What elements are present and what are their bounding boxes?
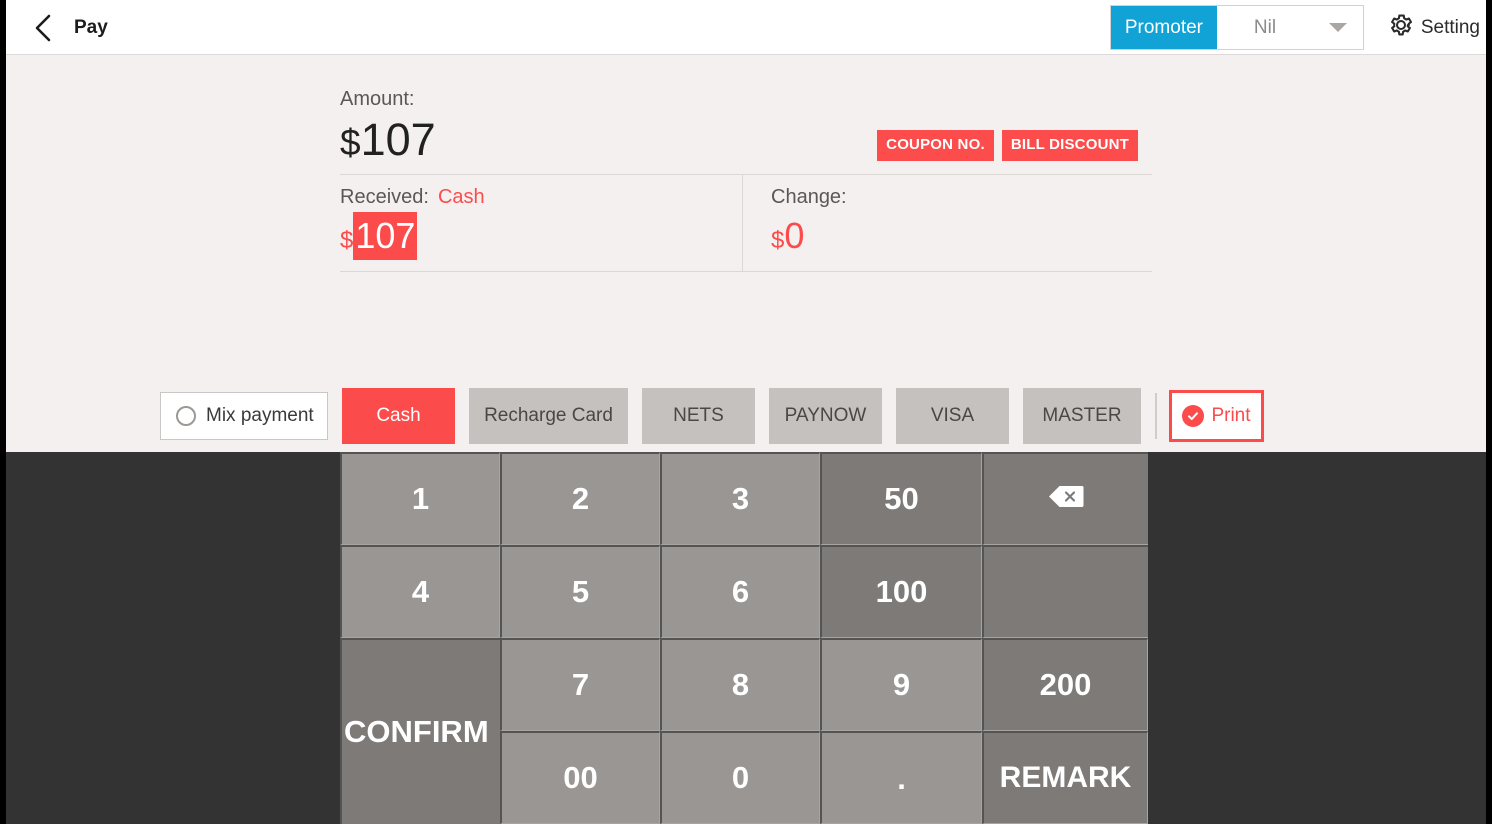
promoter-label[interactable]: Promoter xyxy=(1110,6,1217,49)
payment-method-nets[interactable]: NETS xyxy=(642,388,755,444)
amount-panel: Amount: $107 COUPON NO. BILL DISCOUNT Re… xyxy=(340,86,1152,272)
payment-method-cash[interactable]: Cash xyxy=(342,388,455,444)
print-label: Print xyxy=(1211,405,1251,426)
chevron-left-icon xyxy=(34,13,52,43)
key-3[interactable]: 3 xyxy=(660,452,820,545)
change-value: 0 xyxy=(784,215,805,256)
key-5[interactable]: 5 xyxy=(500,545,660,638)
promoter-dropdown-button[interactable] xyxy=(1313,6,1363,49)
mix-payment-label: Mix payment xyxy=(206,405,314,426)
change-label: Change: xyxy=(771,186,847,208)
print-toggle[interactable]: Print xyxy=(1169,390,1264,442)
page-title: Pay xyxy=(74,17,108,38)
received-value[interactable]: 107 xyxy=(353,212,418,260)
radio-unchecked-icon xyxy=(176,406,196,426)
confirm-button[interactable]: CONFIRM xyxy=(340,638,500,824)
discount-buttons: COUPON NO. BILL DISCOUNT xyxy=(877,130,1138,161)
gear-icon xyxy=(1388,12,1414,43)
key-quick-50[interactable]: 50 xyxy=(820,452,982,545)
setting-button[interactable]: Setting xyxy=(1388,0,1480,55)
key-blank-spacer xyxy=(982,545,1148,638)
key-quick-100[interactable]: 100 xyxy=(820,545,982,638)
key-backspace[interactable] xyxy=(982,452,1148,545)
received-label-group: Received: Cash xyxy=(340,184,742,210)
setting-label: Setting xyxy=(1420,16,1480,38)
key-2[interactable]: 2 xyxy=(500,452,660,545)
key-00[interactable]: 00 xyxy=(500,731,660,824)
received-column[interactable]: Received: Cash $107 xyxy=(340,175,743,271)
coupon-no-button[interactable]: COUPON NO. xyxy=(877,130,994,161)
chevron-down-icon xyxy=(1329,23,1347,32)
backspace-icon xyxy=(1047,481,1085,517)
key-remark[interactable]: REMARK xyxy=(982,731,1148,824)
key-1[interactable]: 1 xyxy=(340,452,500,545)
pay-screen: Pay Promoter Nil Setting Amount: $107 CO… xyxy=(0,0,1492,824)
amount-currency: $ xyxy=(340,122,361,163)
key-4[interactable]: 4 xyxy=(340,545,500,638)
key-0[interactable]: 0 xyxy=(660,731,820,824)
back-button[interactable] xyxy=(24,10,62,46)
key-9[interactable]: 9 xyxy=(820,638,982,731)
amount-label: Amount: xyxy=(340,88,415,110)
key-decimal-point[interactable]: . xyxy=(820,731,982,824)
promoter-selector[interactable]: Promoter Nil xyxy=(1109,5,1364,50)
change-amount: $0 xyxy=(771,212,1152,265)
amount-row: $107 COUPON NO. BILL DISCOUNT xyxy=(340,112,1152,175)
key-7[interactable]: 7 xyxy=(500,638,660,731)
received-amount[interactable]: $107 xyxy=(340,212,742,265)
check-circle-icon xyxy=(1182,405,1205,427)
screen-edge-left xyxy=(0,0,6,824)
key-6[interactable]: 6 xyxy=(660,545,820,638)
method-divider xyxy=(1155,393,1157,439)
payment-method-row: Mix payment Cash Recharge Card NETS PAYN… xyxy=(160,388,1264,444)
payment-method-master[interactable]: MASTER xyxy=(1023,388,1141,444)
app-header: Pay Promoter Nil Setting xyxy=(6,0,1486,55)
received-label: Received: xyxy=(340,186,429,208)
key-quick-200[interactable]: 200 xyxy=(982,638,1148,731)
change-currency: $ xyxy=(771,227,785,254)
bill-discount-button[interactable]: BILL DISCOUNT xyxy=(1001,130,1138,161)
amount-number: 107 xyxy=(360,114,436,165)
mix-payment-toggle[interactable]: Mix payment xyxy=(160,392,328,440)
key-8[interactable]: 8 xyxy=(660,638,820,731)
payment-method-visa[interactable]: VISA xyxy=(896,388,1009,444)
received-change-row: Received: Cash $107 Change: $0 xyxy=(340,175,1152,272)
payment-method-paynow[interactable]: PAYNOW xyxy=(769,388,882,444)
payment-method-recharge-card[interactable]: Recharge Card xyxy=(469,388,628,444)
received-currency: $ xyxy=(340,227,354,254)
received-method: Cash xyxy=(437,186,485,208)
promoter-value[interactable]: Nil xyxy=(1217,6,1313,49)
change-column: Change: $0 xyxy=(743,175,1152,271)
numeric-keypad: 1 2 3 50 4 5 6 100 7 8 9 200 CONFIRM 00 … xyxy=(340,452,1148,824)
screen-edge-right xyxy=(1486,0,1492,824)
